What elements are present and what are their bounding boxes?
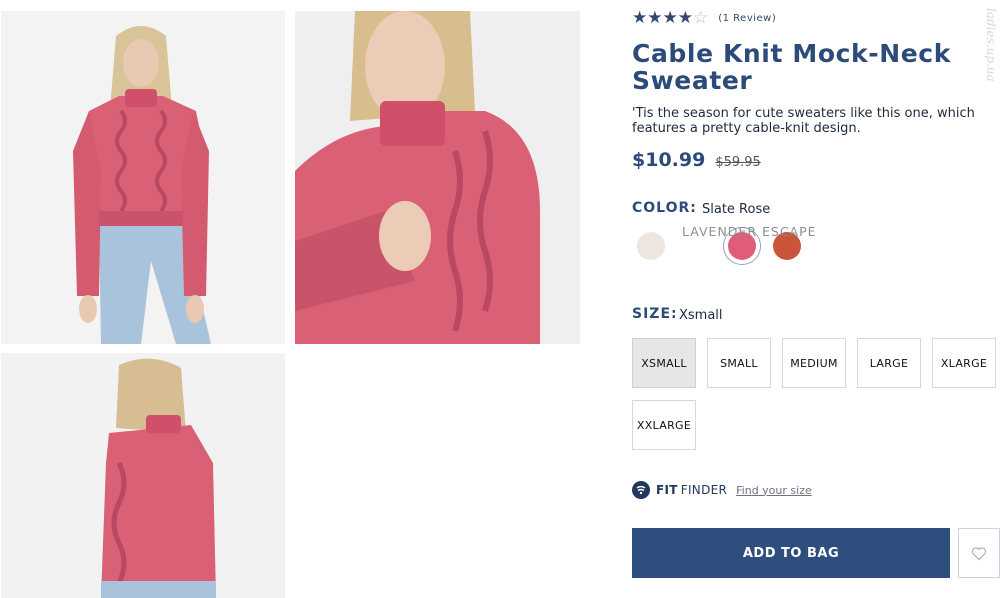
add-to-bag-button[interactable]: ADD TO BAG	[632, 528, 950, 578]
color-selected-value: Slate Rose	[702, 202, 771, 217]
rating-row: ★★★★☆ (1 Review)	[632, 10, 776, 27]
product-info-panel: ★★★★☆ (1 Review) Cable Knit Mock-Neck Sw…	[632, 0, 1000, 598]
wishlist-button[interactable]	[958, 528, 1000, 578]
watermark: ladies.up.ua	[984, 8, 998, 82]
fit-finder: FIT FINDER Find your size	[632, 481, 812, 499]
model-closeup-image	[295, 11, 580, 344]
product-photo-back[interactable]	[1, 353, 285, 598]
find-your-size-link[interactable]: Find your size	[736, 484, 812, 497]
color-label: COLOR:	[632, 200, 697, 216]
product-description: 'Tis the season for cute sweaters like t…	[632, 106, 975, 136]
star-rating-icon: ★★★★☆	[632, 8, 709, 28]
size-selected-value: Xsmall	[679, 308, 723, 323]
size-option-xsmall[interactable]: XSMALL	[632, 338, 696, 388]
size-option-medium[interactable]: MEDIUM	[782, 338, 846, 388]
price-row: $10.99 $59.95	[632, 149, 761, 171]
size-option-xlarge[interactable]: XLARGE	[932, 338, 996, 388]
sale-price: $10.99	[632, 149, 706, 171]
fit-finder-logo-icon	[632, 481, 650, 499]
size-label: SIZE:	[632, 306, 678, 322]
review-count-link[interactable]: (1 Review)	[718, 13, 776, 24]
fit-finder-finder-text: FINDER	[680, 483, 728, 497]
size-option-xxlarge[interactable]: XXLARGE	[632, 400, 696, 450]
product-title: Cable Knit Mock-Neck Sweater	[632, 39, 951, 95]
color-swatch[interactable]	[637, 232, 665, 260]
swatch-hover-name: LAVENDER ESCAPE	[682, 224, 817, 239]
product-photo-closeup[interactable]	[295, 11, 580, 344]
product-photo-front[interactable]	[1, 11, 285, 344]
model-back-image	[1, 353, 285, 598]
model-front-image	[1, 11, 285, 344]
size-option-small[interactable]: SMALL	[707, 338, 771, 388]
fit-finder-fit-text: FIT	[656, 483, 678, 497]
heart-icon	[971, 546, 987, 560]
size-option-large[interactable]: LARGE	[857, 338, 921, 388]
original-price: $59.95	[715, 155, 761, 170]
